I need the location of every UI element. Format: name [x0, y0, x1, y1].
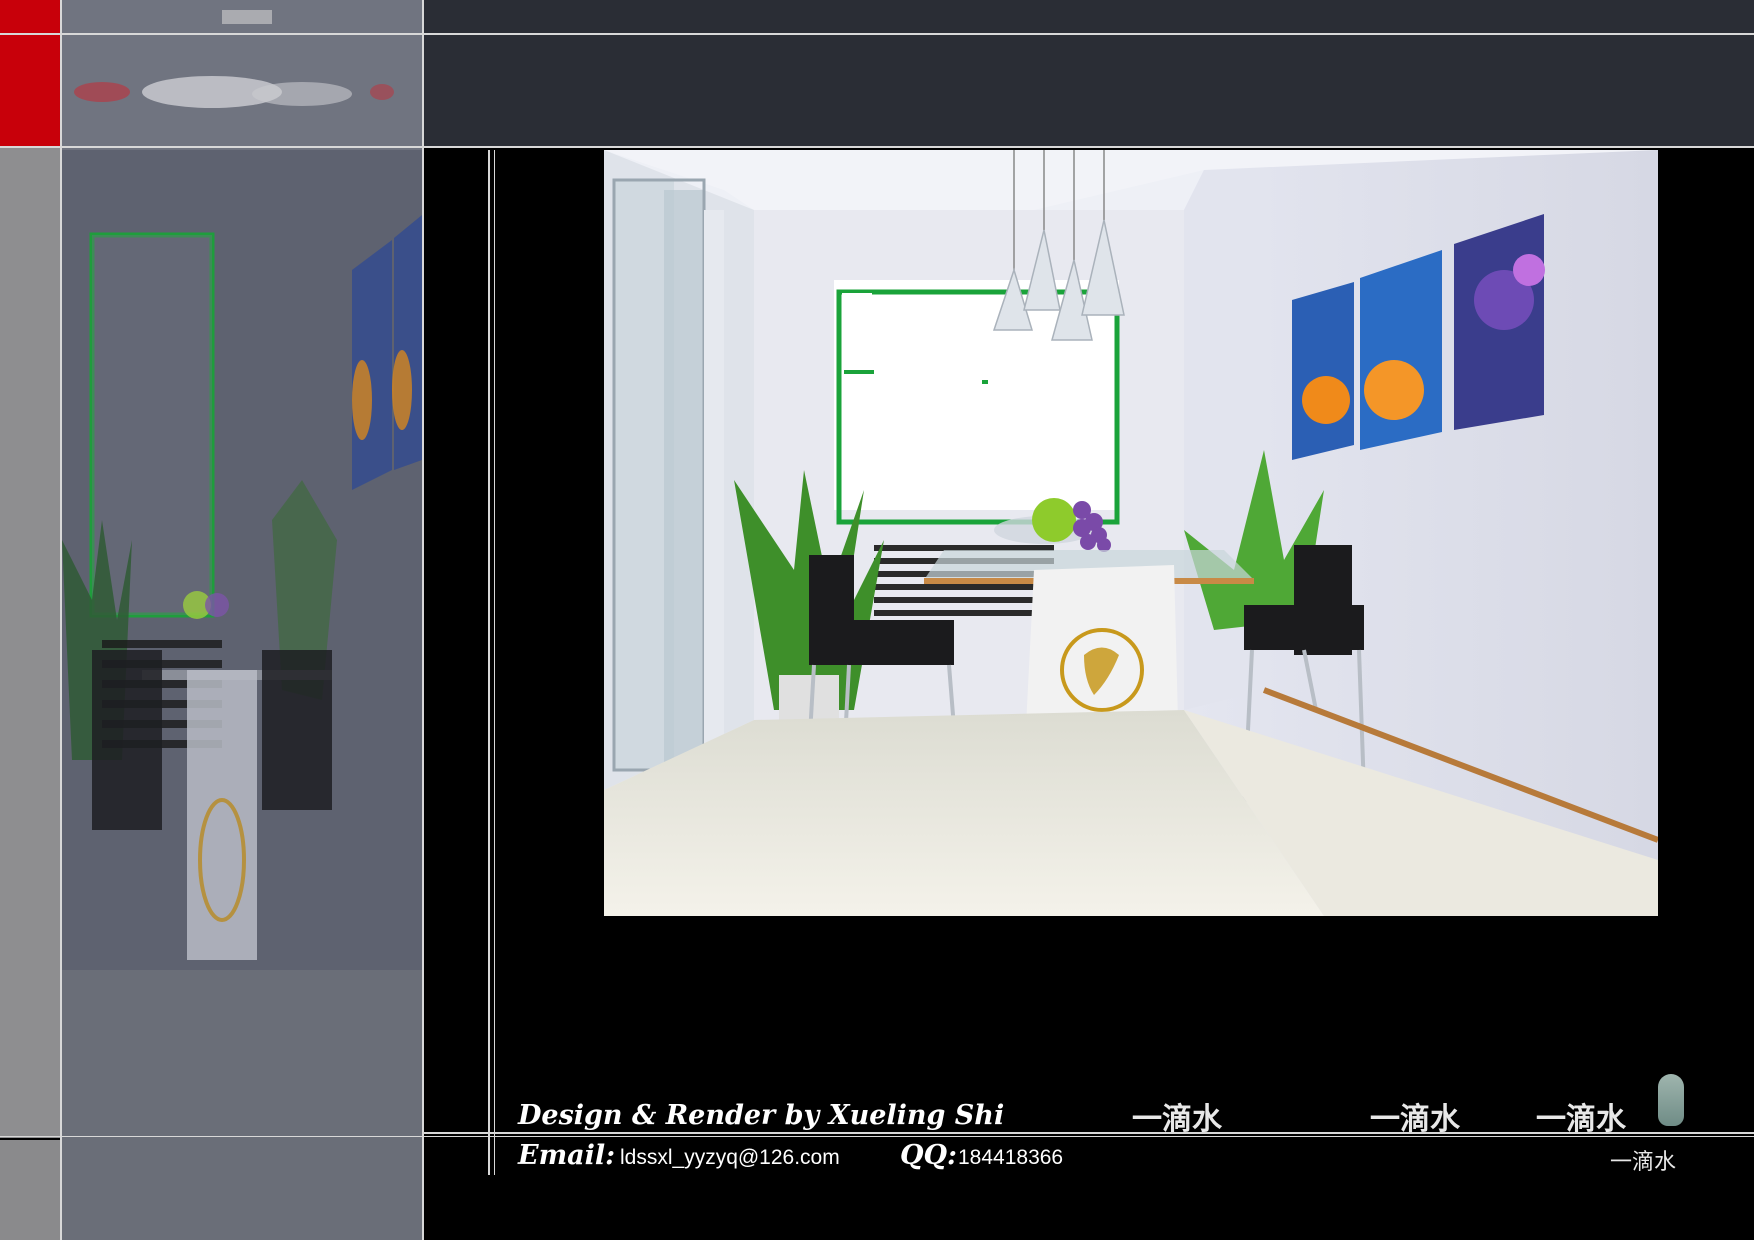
- content-rule-left-thin: [494, 150, 495, 1175]
- grey-accent-strip-bottom: [0, 1140, 60, 1240]
- qq-label: QQ:: [900, 1140, 958, 1171]
- water-drop-icon: [1658, 1074, 1684, 1126]
- header-bar: [424, 0, 1754, 148]
- grey-accent-strip: [0, 148, 60, 1138]
- email-label: Email:: [518, 1140, 616, 1171]
- email-value[interactable]: ldssxl_yyzyq@126.com: [620, 1146, 840, 1170]
- red-accent-strip-top: [0, 0, 60, 33]
- red-accent-strip: [0, 35, 60, 146]
- top-rule: [0, 33, 1754, 35]
- qq-value: 184418366: [958, 1146, 1064, 1169]
- credit-underline: [518, 1132, 1088, 1133]
- brand-mark-1: 一滴水: [1132, 1102, 1222, 1137]
- sidebar-faded-photo: [62, 0, 422, 1240]
- brand-mark-2: 一滴水: [1370, 1102, 1460, 1137]
- design-credit: Design & Render by Xueling Shi: [518, 1100, 1005, 1131]
- sidebar-divider: [422, 0, 424, 1240]
- dining-room-rendering: [604, 150, 1658, 916]
- left-strip-divider: [60, 0, 62, 1240]
- lower-rule-thin: [0, 1136, 1754, 1137]
- brand-mark-small: 一滴水: [1610, 1150, 1677, 1175]
- content-rule-left: [488, 150, 490, 1175]
- header-bottom-rule: [0, 146, 1754, 148]
- brand-mark-3: 一滴水: [1536, 1102, 1626, 1137]
